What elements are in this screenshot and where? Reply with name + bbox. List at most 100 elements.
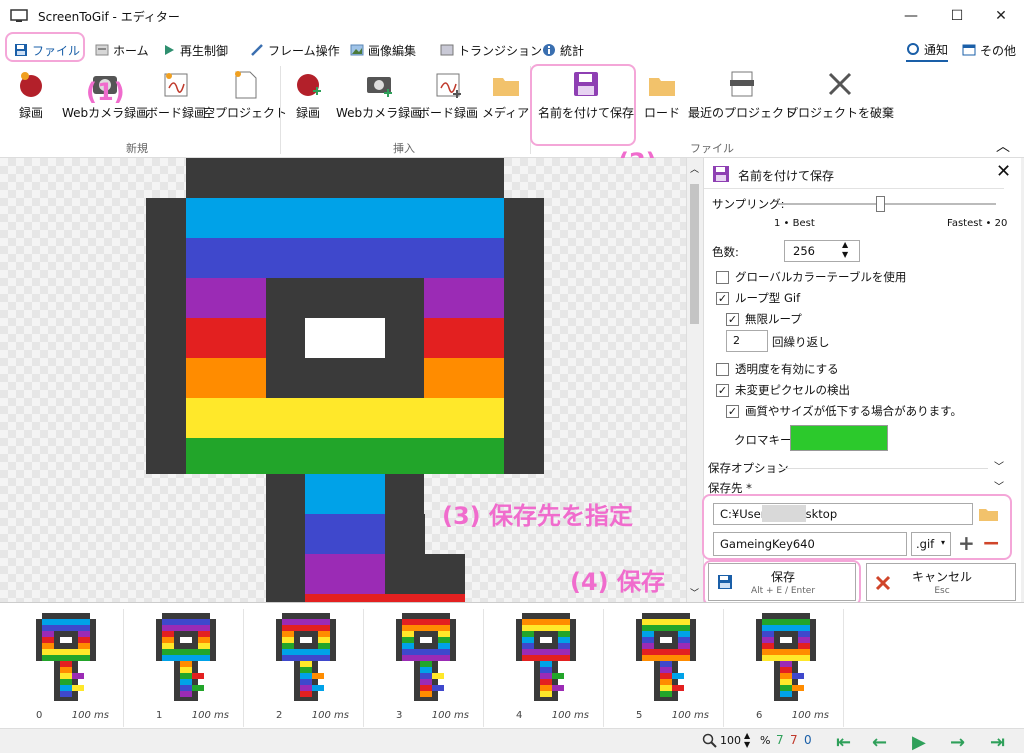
scroll-down-icon[interactable]: ﹀ [690,586,699,599]
pixel-block [305,474,385,514]
insert-media-button[interactable]: メディア [482,68,529,128]
last-frame-icon[interactable]: ⇥ [990,732,1005,753]
save-button-shortcut: Alt + E / Enter [750,586,816,596]
tab-home[interactable]: ホーム [95,38,149,62]
checkbox-checked[interactable]: ✓ [726,404,739,418]
camera-add-icon [367,77,393,97]
chevron-down-icon[interactable]: ▾ [941,538,945,547]
colors-spinner-icon[interactable]: ▲ ▼ [842,240,848,260]
frame-number: 5 [636,710,643,721]
new-empty-project-button[interactable]: 空プロジェクト [203,68,287,128]
tab-playback-label: 再生制御 [180,43,229,58]
save-purple-icon [574,72,598,96]
chroma-color-swatch[interactable] [790,425,888,451]
zoom-value[interactable]: 100 [720,734,741,747]
insert-media-label: メディア [482,106,530,120]
save-path-input[interactable]: C:¥Users¥ ¥Desktop [713,503,973,525]
frame-thumbnail[interactable]: 0 100 ms [6,609,124,727]
frame-delay: 100 ms [431,710,469,721]
tab-file[interactable]: ファイル [14,38,80,62]
pixel-block [660,637,672,643]
sampling-slider[interactable] [778,203,996,205]
checkbox-checked[interactable]: ✓ [716,383,729,397]
tab-file-label: ファイル [32,43,81,58]
cancel-button[interactable]: キャンセル Esc [866,563,1016,601]
transparency-option[interactable]: 透明度を有効にする [716,361,839,377]
add-icon[interactable]: + [958,531,975,555]
checkbox-unchecked[interactable] [716,362,729,376]
canvas [0,158,690,602]
infinite-loop-option[interactable]: ✓ 無限ループ [726,311,802,327]
global-color-table-option[interactable]: グローバルカラーテーブルを使用 [716,269,906,285]
collapse-ribbon-icon[interactable]: ︿ [996,136,1010,156]
insert-board-button[interactable]: ボード録画 [418,68,478,128]
frame-delay: 100 ms [191,710,229,721]
maximize-button[interactable]: ☐ [934,0,980,32]
panel-scrollbar[interactable]: ︿ ﹀ [686,158,702,602]
new-board-button[interactable]: ボード録画 [146,68,206,128]
pixel-block [186,438,504,474]
pixel-block [660,691,672,697]
frame-thumbnail[interactable]: 6 100 ms [726,609,844,727]
loop-gif-option[interactable]: ✓ ループ型 Gif [716,290,800,306]
save-as-button[interactable]: 名前を付けて保存 [538,68,634,128]
tab-other[interactable]: その他 [962,38,1016,62]
tab-image[interactable]: 画像編集 [350,38,416,62]
colors-input[interactable]: 256 [784,240,860,262]
insert-webcam-button[interactable]: Webカメラ録画 [336,68,422,128]
frame-delay: 100 ms [311,710,349,721]
minimize-button[interactable]: — [888,0,934,32]
scroll-up-icon[interactable]: ︿ [690,162,699,175]
sampling-thumb[interactable] [876,196,885,212]
frame-thumbnail[interactable]: 4 100 ms [486,609,604,727]
chevron-down-icon[interactable]: ﹀ [994,458,1004,473]
first-frame-icon[interactable]: ⇤ [836,732,851,753]
sampling-max: Fastest • 20 [947,218,1008,229]
save-button[interactable]: 保存 Alt + E / Enter [708,563,856,601]
tab-notifications[interactable]: 通知 [906,38,949,62]
pixel-block [385,554,465,594]
home-icon [95,44,109,56]
frame-preview [634,613,698,705]
browse-folder-icon[interactable] [978,505,1000,523]
close-button[interactable]: ✕ [978,0,1024,32]
next-frame-icon[interactable]: → [950,732,965,753]
chroma-label: クロマキー: [734,433,796,447]
cancel-button-shortcut: Esc [934,586,950,596]
panel-close-button[interactable]: ✕ [996,161,1011,182]
detect-unchanged-option[interactable]: ✓ 未変更ピクセルの検出 [716,382,850,398]
tab-playback[interactable]: 再生制御 [162,38,228,62]
load-button[interactable]: ロード [644,68,680,128]
frame-number: 1 [156,710,163,721]
remove-icon[interactable]: − [982,531,1000,556]
zoom-spinner-icon[interactable]: ▲ ▼ [744,731,750,749]
tab-stats[interactable]: 統計 [542,38,584,62]
tab-transition[interactable]: トランジション [440,38,542,62]
repeat-label: 回繰り返し [772,335,830,349]
previous-frame-icon[interactable]: ← [872,732,887,753]
frame-thumbnail[interactable]: 1 100 ms [126,609,244,727]
filename-input[interactable]: GameingKey640 [713,532,907,556]
checkbox-checked[interactable]: ✓ [716,291,729,305]
frame-thumbnail[interactable]: 3 100 ms [366,609,484,727]
scroll-thumb[interactable] [690,184,699,324]
tab-other-label: その他 [980,43,1017,58]
play-frame-icon[interactable]: ▶ [912,732,926,753]
new-record-button[interactable]: 録画 [16,68,46,128]
chevron-down-icon[interactable]: ﹀ [994,478,1004,493]
transparency-label: 透明度を有効にする [735,362,839,376]
frame-thumbnail[interactable]: 2 100 ms [246,609,364,727]
open-folder-icon [649,78,675,96]
pixel-block [186,238,504,278]
frame-preview [754,613,818,705]
checkbox-unchecked[interactable] [716,270,729,284]
recent-projects-button[interactable]: 最近のプロジェクト [688,68,796,128]
tab-frames[interactable]: フレーム操作 [250,38,340,62]
pixel-block [186,198,504,238]
repeat-count-input[interactable]: 2 [726,330,768,352]
insert-record-button[interactable]: 録画 [293,68,323,128]
quality-note-option[interactable]: ✓ 画質やサイズが低下する場合があります。 [726,403,962,419]
frame-thumbnail[interactable]: 5 100 ms [606,609,724,727]
checkbox-checked[interactable]: ✓ [726,312,739,326]
discard-project-button[interactable]: プロジェクトを破棄 [786,68,894,128]
